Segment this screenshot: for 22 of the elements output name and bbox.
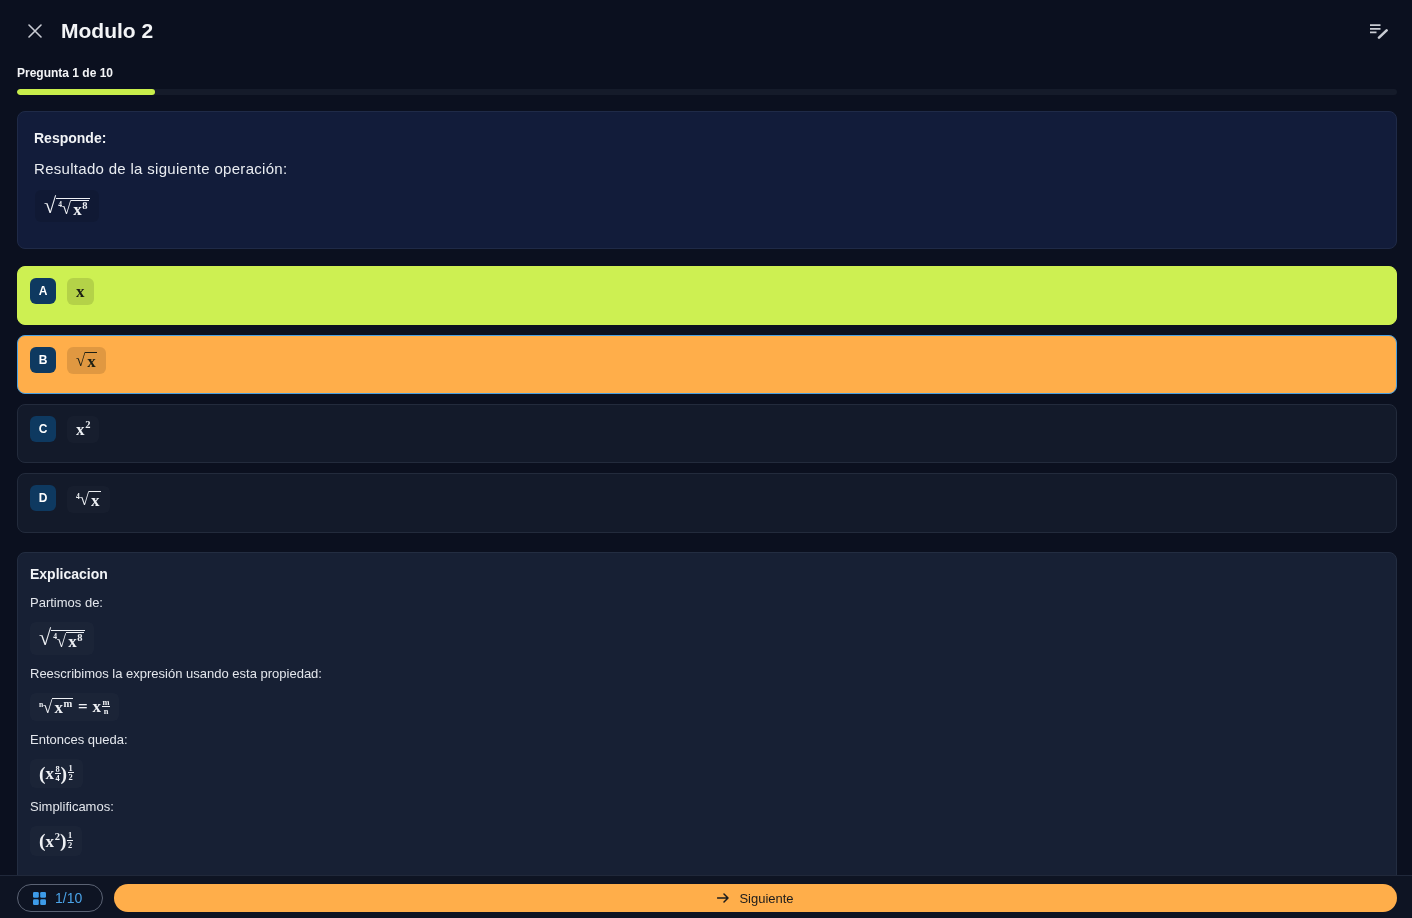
math-formula: x: [67, 278, 94, 306]
option-letter: A: [30, 278, 56, 305]
close-icon[interactable]: [28, 24, 42, 38]
explanation-text: Entonces queda:: [30, 730, 128, 749]
explanation-title: Explicacion: [30, 565, 108, 585]
explanation-text: Partimos de:: [30, 594, 103, 613]
explanation-text: Reescribimos la expresión usando esta propiedad:: [30, 664, 322, 683]
arrow-right-icon: [717, 893, 730, 903]
page-title: Modulo 2: [61, 18, 155, 44]
next-button[interactable]: Siguiente: [114, 884, 1397, 912]
question-heading: Responde:: [34, 129, 108, 148]
lines-pencil-icon[interactable]: [1370, 23, 1388, 39]
math-formula: √x: [67, 347, 106, 375]
answer-option[interactable]: B √x: [17, 335, 1397, 395]
question-text: Resultado de la siguiente operación:: [34, 159, 289, 179]
explanation-text: Simplificamos:: [30, 798, 114, 817]
question-counter: Pregunta 1 de 10: [17, 65, 115, 81]
option-letter: B: [30, 347, 56, 374]
option-letter: C: [30, 416, 56, 443]
answer-option[interactable]: A x: [17, 266, 1397, 326]
option-letter: D: [30, 485, 56, 512]
grid-icon: [33, 891, 46, 905]
